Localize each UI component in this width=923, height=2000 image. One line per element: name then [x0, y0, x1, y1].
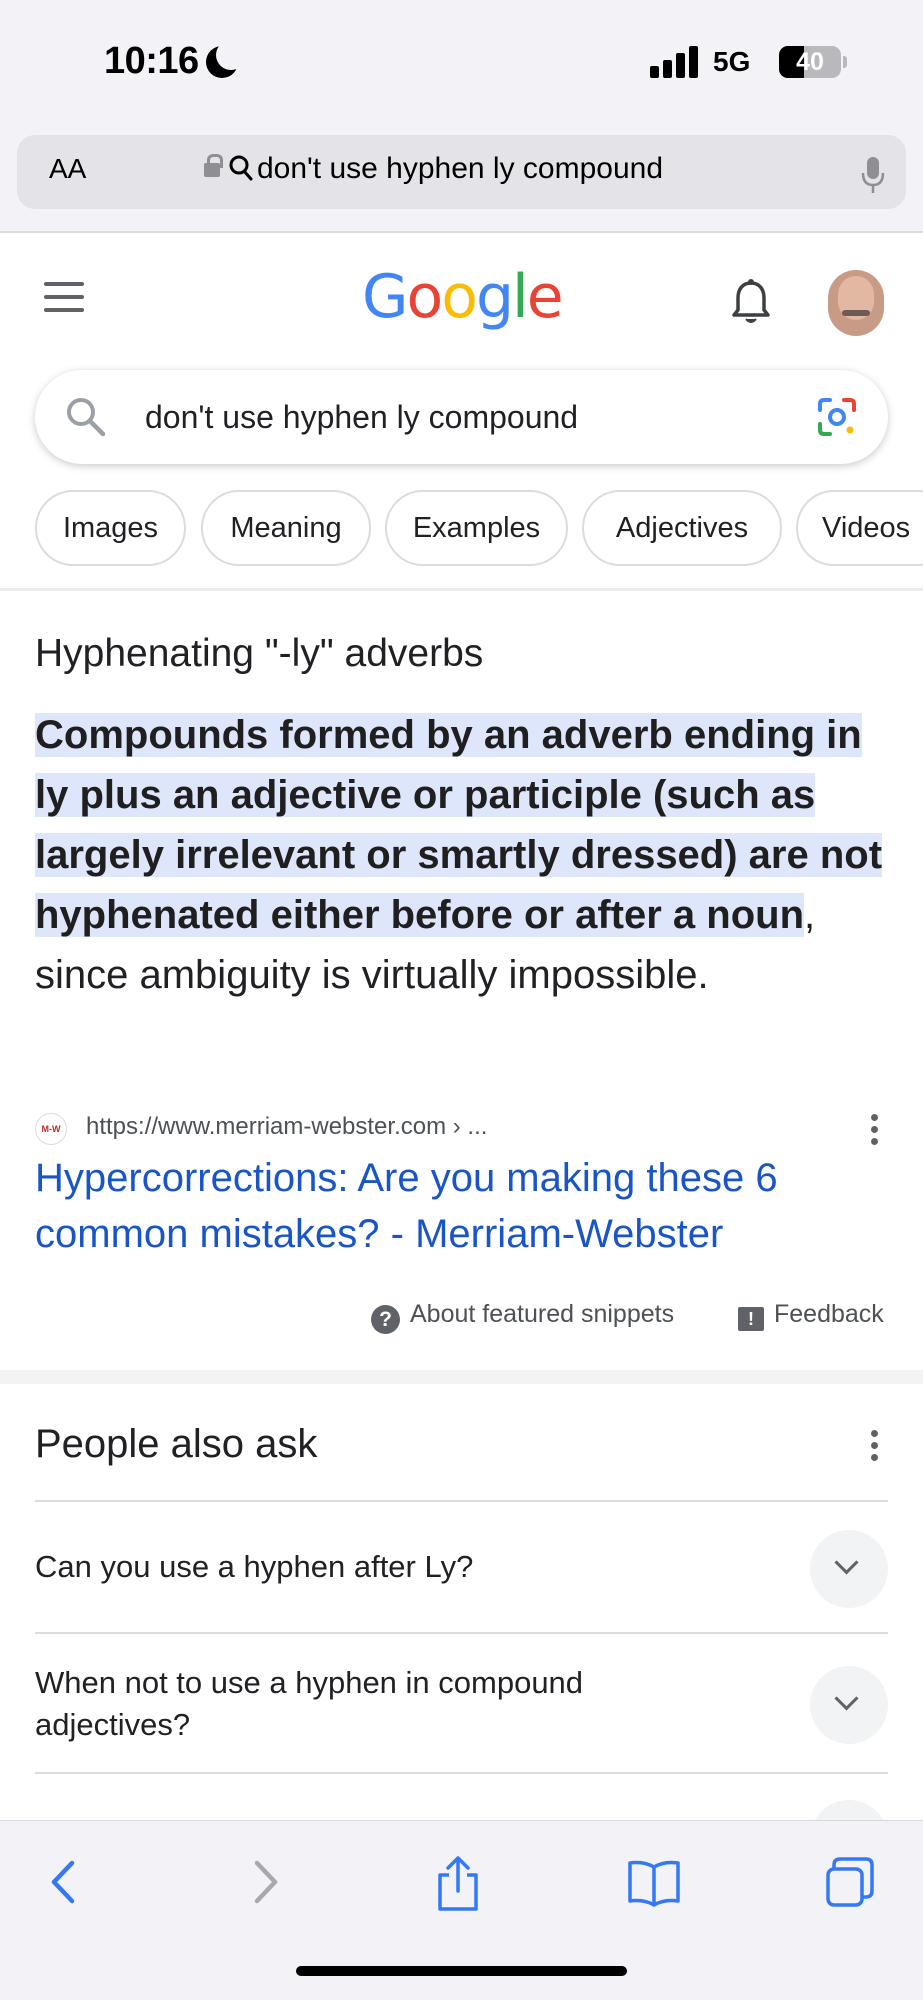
- account-avatar[interactable]: [828, 270, 884, 336]
- address-query: don't use hyphen ly compound: [257, 152, 664, 185]
- bookmarks-icon[interactable]: [626, 1855, 682, 1909]
- question-item[interactable]: Can you use a hyphen after Ly?: [35, 1500, 888, 1632]
- forward-arrow-icon[interactable]: [245, 1855, 285, 1909]
- text-size-button[interactable]: AA: [49, 153, 86, 185]
- featured-snippet-text: Compounds formed by an adverb ending in …: [35, 705, 895, 1005]
- chip-examples[interactable]: Examples: [385, 490, 568, 566]
- chevron-down-icon[interactable]: [810, 1530, 888, 1608]
- chevron-down-icon[interactable]: [810, 1666, 888, 1744]
- logo-letter: g: [475, 262, 514, 332]
- logo-letter: o: [441, 262, 478, 332]
- address-bar[interactable]: AA don't use hyphen ly compound: [17, 135, 906, 209]
- question-item[interactable]: When not to use a hyphen in compound adj…: [35, 1632, 888, 1774]
- people-also-ask-menu-icon[interactable]: [871, 1428, 879, 1464]
- more-options-icon[interactable]: [871, 1112, 879, 1148]
- logo-letter: o: [406, 262, 444, 332]
- section-divider: [0, 1370, 923, 1384]
- network-type: 5G: [713, 46, 751, 77]
- lock-icon: [204, 154, 223, 177]
- chip-adjectives[interactable]: Adjectives: [582, 490, 782, 566]
- address-text[interactable]: don't use hyphen ly compound: [229, 152, 663, 186]
- search-icon: [229, 155, 253, 181]
- question-text: When not to use a hyphen in compound adj…: [35, 1665, 584, 1742]
- text-size-label: AA: [49, 153, 87, 184]
- home-indicator[interactable]: [296, 1966, 627, 1976]
- about-featured-snippets-link[interactable]: ? About featured snippets: [371, 1300, 674, 1334]
- google-search-box[interactable]: don't use hyphen ly compound: [35, 370, 888, 464]
- battery-icon: 40: [779, 46, 841, 78]
- logo-letter: l: [512, 262, 529, 332]
- cellular-signal-icon: [650, 46, 700, 78]
- battery-tip: [843, 56, 847, 68]
- safari-address-area: AA don't use hyphen ly compound: [0, 120, 923, 233]
- feedback-icon: !: [738, 1307, 764, 1331]
- logo-letter: e: [526, 262, 564, 332]
- share-icon[interactable]: [434, 1855, 482, 1913]
- question-item[interactable]: [35, 1772, 888, 1878]
- status-bar: 10:16 5G 40: [0, 0, 923, 120]
- chip-images[interactable]: Images: [35, 490, 186, 566]
- battery-level: 40: [796, 48, 824, 76]
- search-filter-chips: Images Meaning Examples Adjectives Video…: [35, 490, 923, 566]
- google-lens-icon[interactable]: [816, 396, 858, 438]
- status-time: 10:16: [104, 40, 199, 82]
- about-label: About featured snippets: [410, 1300, 675, 1328]
- feedback-link[interactable]: ! Feedback: [738, 1300, 884, 1331]
- source-url[interactable]: https://www.merriam-webster.com › ...: [86, 1113, 487, 1141]
- highlighted-answer: Compounds formed by an adverb ending in …: [35, 713, 883, 937]
- help-icon: ?: [371, 1305, 400, 1334]
- feedback-label: Feedback: [774, 1300, 884, 1328]
- menu-icon[interactable]: [44, 282, 84, 312]
- merriam-webster-favicon: M-W: [35, 1113, 67, 1145]
- tabs-icon[interactable]: [824, 1855, 876, 1909]
- microphone-icon[interactable]: [860, 155, 886, 195]
- do-not-disturb-moon-icon: [206, 40, 246, 78]
- search-icon: [67, 398, 106, 437]
- divider: [0, 588, 923, 591]
- people-also-ask-title: People also ask: [35, 1422, 318, 1466]
- question-text: Can you use a hyphen after Ly?: [35, 1549, 474, 1584]
- notifications-bell-icon[interactable]: [730, 278, 772, 326]
- logo-letter: G: [362, 262, 408, 332]
- chip-videos[interactable]: Videos: [796, 490, 923, 566]
- back-arrow-icon[interactable]: [44, 1855, 84, 1909]
- google-logo[interactable]: Google: [362, 262, 564, 332]
- search-input[interactable]: don't use hyphen ly compound: [145, 399, 578, 436]
- chip-meaning[interactable]: Meaning: [201, 490, 371, 566]
- featured-snippet-heading: Hyphenating "-ly" adverbs: [35, 632, 484, 675]
- result-link-title[interactable]: Hypercorrections: Are you making these 6…: [35, 1150, 895, 1262]
